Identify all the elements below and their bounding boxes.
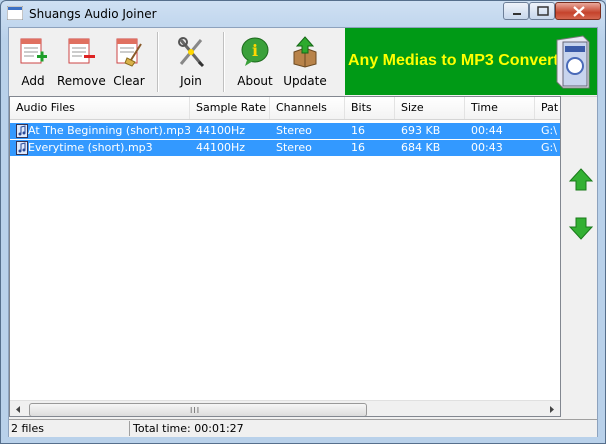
clear-list-icon: [116, 38, 142, 67]
cell-path: G:\: [541, 124, 557, 137]
cell-time: 00:44: [471, 124, 503, 137]
minimize-button[interactable]: [503, 2, 529, 20]
cell-channels: Stereo: [276, 124, 312, 137]
scroll-left-icon[interactable]: [10, 401, 27, 417]
window-title: Shuangs Audio Joiner: [29, 7, 157, 21]
column-header-channels[interactable]: Channels: [270, 97, 345, 119]
main-panel: Add Remove Clear Join i About Update Any…: [8, 27, 598, 437]
column-header-size[interactable]: Size: [395, 97, 465, 119]
app-window: Shuangs Audio Joiner Add Remove Clear Jo…: [0, 0, 606, 444]
horizontal-scrollbar[interactable]: III: [10, 400, 560, 417]
cell-file-name: At The Beginning (short).mp3: [28, 124, 190, 137]
add-file-icon: [20, 38, 47, 64]
cell-path: G:\: [541, 141, 557, 154]
move-up-icon[interactable]: [567, 166, 595, 194]
promo-banner[interactable]: Any Medias to MP3 Converter: [345, 28, 597, 95]
title-bar[interactable]: Shuangs Audio Joiner: [1, 1, 605, 27]
table-row[interactable]: At The Beginning (short).mp3 44100Hz Ste…: [10, 123, 560, 139]
banner-text: Any Medias to MP3 Converter: [348, 52, 574, 69]
toolbar: Add Remove Clear Join i About Update Any…: [9, 28, 597, 97]
clear-label: Clear: [113, 74, 145, 88]
column-header-audio-files[interactable]: Audio Files: [10, 97, 190, 119]
update-label: Update: [283, 74, 327, 88]
scrollbar-thumb[interactable]: III: [29, 403, 367, 416]
close-button[interactable]: [555, 2, 601, 20]
table-row[interactable]: Everytime (short).mp3 44100Hz Stereo 16 …: [10, 140, 560, 156]
column-header-path[interactable]: Pat: [535, 97, 560, 119]
cell-bits: 16: [351, 141, 365, 154]
toolbar-separator: [157, 32, 159, 92]
move-down-icon[interactable]: [567, 214, 595, 242]
status-bar: 2 files Total time: 00:01:27: [9, 419, 597, 437]
cell-bits: 16: [351, 124, 365, 137]
join-button[interactable]: Join: [169, 28, 213, 94]
status-file-count: 2 files: [10, 421, 130, 436]
clear-button[interactable]: Clear: [109, 28, 149, 94]
scrollbar-grip: III: [190, 406, 201, 415]
join-tools-icon: [178, 37, 205, 68]
about-label: About: [237, 74, 273, 88]
column-header-sample-rate[interactable]: Sample Rate: [190, 97, 270, 119]
audio-file-list[interactable]: Audio Files Sample Rate Channels Bits Si…: [9, 96, 561, 417]
update-button[interactable]: Update: [283, 28, 327, 94]
status-total-time: Total time: 00:01:27: [133, 422, 244, 435]
cell-size: 693 KB: [401, 124, 441, 137]
scroll-right-icon[interactable]: [543, 401, 560, 417]
add-label: Add: [21, 74, 45, 88]
cell-sample-rate: 44100Hz: [196, 141, 246, 154]
info-icon: i: [241, 37, 269, 66]
list-header: Audio Files Sample Rate Channels Bits Si…: [10, 97, 560, 120]
add-button[interactable]: Add: [13, 28, 53, 94]
remove-button[interactable]: Remove: [57, 28, 106, 94]
remove-file-icon: [68, 38, 95, 64]
column-header-bits[interactable]: Bits: [345, 97, 395, 119]
maximize-icon: [537, 6, 549, 16]
cell-time: 00:43: [471, 141, 503, 154]
cell-sample-rate: 44100Hz: [196, 124, 246, 137]
column-header-time[interactable]: Time: [465, 97, 535, 119]
svg-text:i: i: [252, 41, 258, 60]
product-box-icon: [556, 35, 590, 89]
cell-size: 684 KB: [401, 141, 441, 154]
cell-file-name: Everytime (short).mp3: [28, 141, 153, 154]
toolbar-separator: [223, 32, 225, 92]
remove-label: Remove: [57, 74, 106, 88]
app-icon: [7, 6, 23, 20]
update-box-icon: [293, 36, 317, 68]
minimize-icon: [513, 13, 521, 15]
cell-channels: Stereo: [276, 141, 312, 154]
about-button[interactable]: i About: [235, 28, 275, 94]
close-icon: [573, 6, 585, 17]
maximize-button[interactable]: [529, 2, 555, 20]
join-label: Join: [180, 74, 202, 88]
